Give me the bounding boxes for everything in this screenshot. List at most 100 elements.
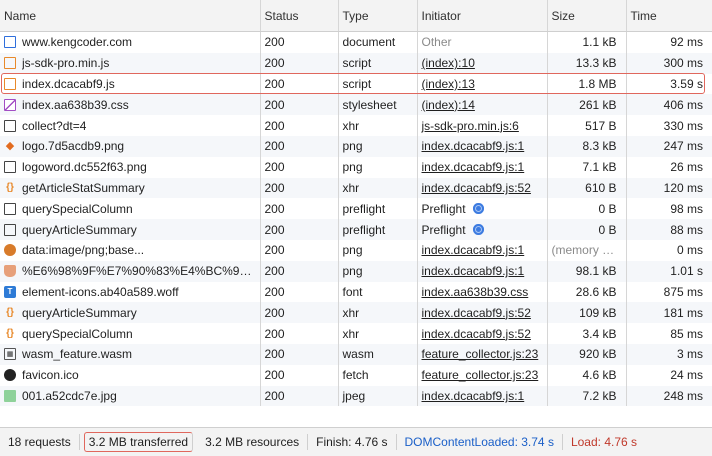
- request-initiator[interactable]: (index):14: [422, 98, 475, 112]
- table-row[interactable]: Telement-icons.ab40a589.woff 200 font index…: [0, 281, 712, 303]
- request-time: 85 ms: [626, 323, 712, 344]
- request-initiator-cell[interactable]: index.dcacabf9.js:52: [417, 302, 548, 324]
- request-initiator-cell[interactable]: (index):14: [417, 94, 548, 116]
- table-row[interactable]: querySpecialColumn 200 preflight Preflight 0…: [0, 198, 712, 220]
- request-size: 98.1 kB: [547, 260, 627, 282]
- table-row[interactable]: favicon.ico 200 fetch feature_collector.js:…: [0, 364, 712, 386]
- stylesheet-icon: [4, 98, 16, 111]
- request-name-cell[interactable]: 001.a52cdc7e.jpg: [0, 385, 261, 407]
- request-name-cell[interactable]: {} getArticleStatSummary: [0, 177, 261, 199]
- request-name-cell[interactable]: {} querySpecialColumn: [0, 323, 261, 344]
- request-initiator[interactable]: feature_collector.js:23: [422, 347, 539, 361]
- globe-icon[interactable]: [472, 202, 484, 214]
- table-row[interactable]: 001.a52cdc7e.jpg 200 jpeg index.dcacabf9.js…: [0, 385, 712, 407]
- request-name-cell[interactable]: js-sdk-pro.min.js: [0, 52, 261, 74]
- request-name-cell[interactable]: ◆ logo.7d5acdb9.png: [0, 135, 261, 157]
- request-name: data:image/png;base...: [4, 243, 256, 257]
- request-initiator[interactable]: index.dcacabf9.js:52: [422, 181, 531, 195]
- request-initiator-cell[interactable]: index.dcacabf9.js:52: [417, 323, 548, 344]
- request-status: 200: [260, 115, 339, 136]
- table-row[interactable]: {} getArticleStatSummary 200 xhr index.dcaca…: [0, 177, 712, 199]
- table-row[interactable]: ◆ logo.7d5acdb9.png 200 png index.dcacabf9.j…: [0, 135, 712, 157]
- column-header-initiator[interactable]: Initiator: [417, 0, 548, 32]
- request-size: 920 kB: [547, 343, 627, 365]
- table-row[interactable]: index.dcacabf9.js 200 script (index):13 1.8 …: [0, 73, 712, 95]
- request-initiator[interactable]: index.aa638b39.css: [422, 285, 529, 299]
- request-initiator[interactable]: index.dcacabf9.js:1: [422, 160, 525, 174]
- request-name-cell[interactable]: querySpecialColumn: [0, 198, 261, 220]
- request-initiator[interactable]: index.dcacabf9.js:1: [422, 243, 525, 257]
- request-name-cell[interactable]: data:image/png;base...: [0, 239, 261, 261]
- request-initiator-cell[interactable]: index.dcacabf9.js:1: [417, 260, 548, 282]
- request-initiator[interactable]: index.dcacabf9.js:1: [422, 264, 525, 278]
- column-header-time[interactable]: Time: [626, 0, 712, 32]
- request-initiator[interactable]: js-sdk-pro.min.js:6: [422, 119, 519, 133]
- request-type: stylesheet: [338, 94, 418, 116]
- request-initiator-cell[interactable]: index.dcacabf9.js:1: [417, 135, 548, 157]
- table-header-row: Name Status Type Initiator Size Time: [0, 0, 712, 32]
- request-initiator-cell[interactable]: index.dcacabf9.js:52: [417, 177, 548, 199]
- request-initiator-cell[interactable]: (index):10: [417, 52, 548, 74]
- request-name-cell[interactable]: Telement-icons.ab40a589.woff: [0, 281, 261, 303]
- request-name-cell[interactable]: www.kengcoder.com: [0, 31, 261, 53]
- request-name-cell[interactable]: queryArticleSummary: [0, 219, 261, 240]
- request-time: 300 ms: [626, 52, 712, 74]
- column-header-type[interactable]: Type: [338, 0, 418, 32]
- request-name-cell[interactable]: collect?dt=4: [0, 115, 261, 136]
- request-initiator-cell[interactable]: feature_collector.js:23: [417, 364, 548, 386]
- document-icon: [4, 36, 16, 49]
- request-time: 26 ms: [626, 156, 712, 178]
- table-row[interactable]: queryArticleSummary 200 preflight Preflight…: [0, 219, 712, 240]
- request-time: 98 ms: [626, 198, 712, 220]
- table-row[interactable]: collect?dt=4 200 xhr js-sdk-pro.min.js:6 517…: [0, 115, 712, 136]
- request-name-cell[interactable]: logoword.dc552f63.png: [0, 156, 261, 178]
- request-initiator-cell[interactable]: feature_collector.js:23: [417, 343, 548, 365]
- request-status: 200: [260, 198, 339, 220]
- request-status: 200: [260, 135, 339, 157]
- blank-file-icon: [4, 119, 16, 132]
- request-name-cell[interactable]: index.aa638b39.css: [0, 94, 261, 116]
- request-name-cell[interactable]: index.dcacabf9.js: [0, 73, 261, 95]
- request-name-cell[interactable]: %E6%98%9F%E7%90%83%E4%BC%98%E...: [0, 260, 261, 282]
- request-initiator[interactable]: index.dcacabf9.js:52: [422, 327, 531, 341]
- request-initiator[interactable]: index.dcacabf9.js:1: [422, 389, 525, 403]
- request-initiator[interactable]: feature_collector.js:23: [422, 368, 539, 382]
- request-name-cell[interactable]: {} queryArticleSummary: [0, 302, 261, 324]
- request-name-cell[interactable]: favicon.ico: [0, 364, 261, 386]
- request-initiator-cell[interactable]: (index):13: [417, 73, 548, 95]
- table-row[interactable]: logoword.dc552f63.png 200 png index.dcacabf…: [0, 156, 712, 178]
- request-initiator[interactable]: (index):13: [422, 77, 475, 91]
- table-row[interactable]: {} queryArticleSummary 200 xhr index.dcacabf…: [0, 302, 712, 324]
- font-icon: T: [4, 285, 16, 298]
- table-row[interactable]: index.aa638b39.css 200 stylesheet (index):1…: [0, 94, 712, 116]
- summary-load: Load: 4.76 s: [570, 435, 638, 449]
- column-header-status[interactable]: Status: [260, 0, 339, 32]
- table-row[interactable]: {} querySpecialColumn 200 xhr index.dcacabf9…: [0, 323, 712, 344]
- request-initiator-cell[interactable]: index.dcacabf9.js:1: [417, 239, 548, 261]
- request-status: 200: [260, 343, 339, 365]
- request-initiator-cell[interactable]: js-sdk-pro.min.js:6: [417, 115, 548, 136]
- request-initiator[interactable]: (index):10: [422, 56, 475, 70]
- request-initiator[interactable]: index.dcacabf9.js:52: [422, 306, 531, 320]
- xhr-icon: {}: [6, 327, 14, 339]
- table-row[interactable]: %E6%98%9F%E7%90%83%E4%BC%98%E... 200 png in…: [0, 260, 712, 282]
- request-name-cell[interactable]: ▦ wasm_feature.wasm: [0, 343, 261, 365]
- request-initiator-cell[interactable]: index.dcacabf9.js:1: [417, 385, 548, 407]
- request-type: font: [338, 281, 418, 303]
- table-row[interactable]: www.kengcoder.com 200 document Other 1.1 kB 9…: [0, 31, 712, 53]
- summary-resources: 3.2 MB resources: [197, 434, 309, 450]
- request-status: 200: [260, 73, 339, 95]
- request-initiator[interactable]: index.dcacabf9.js:1: [422, 139, 525, 153]
- request-name: index.dcacabf9.js: [4, 77, 256, 91]
- request-size: 261 kB: [547, 94, 627, 116]
- request-initiator-cell[interactable]: index.dcacabf9.js:1: [417, 156, 548, 178]
- table-row[interactable]: ▦ wasm_feature.wasm 200 wasm feature_collect…: [0, 343, 712, 365]
- column-header-size[interactable]: Size: [547, 0, 627, 32]
- request-time: 0 ms: [626, 239, 712, 261]
- table-row[interactable]: data:image/png;base... 200 png index.dcacab…: [0, 239, 712, 261]
- column-header-name[interactable]: Name: [0, 0, 261, 32]
- request-name-label: favicon.ico: [22, 368, 79, 383]
- table-row[interactable]: js-sdk-pro.min.js 200 script (index):10 13.3…: [0, 52, 712, 74]
- globe-icon[interactable]: [472, 223, 484, 235]
- request-initiator-cell[interactable]: index.aa638b39.css: [417, 281, 548, 303]
